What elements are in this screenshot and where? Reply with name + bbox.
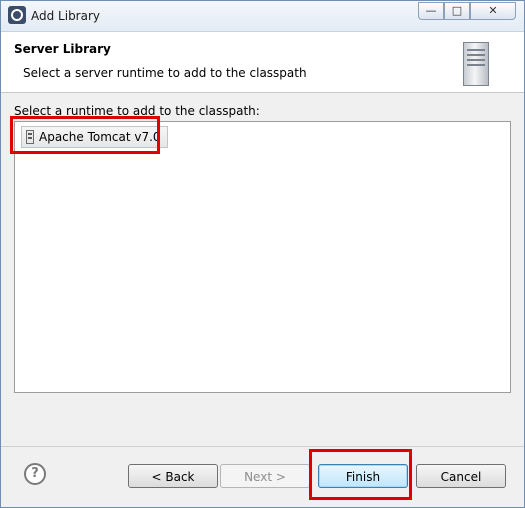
add-library-dialog: Add Library — □ ✕ Server Library Select … — [0, 0, 525, 508]
runtime-list[interactable]: Apache Tomcat v7.0 — [14, 121, 511, 393]
minimize-button[interactable]: — — [418, 2, 444, 20]
window-title: Add Library — [31, 9, 101, 23]
page-description: Select a server runtime to add to the cl… — [23, 66, 307, 80]
next-button[interactable]: Next > — [220, 464, 310, 488]
maximize-button[interactable]: □ — [444, 2, 470, 20]
server-icon — [463, 42, 489, 86]
highlight-box-finish — [309, 449, 412, 500]
footer-divider — [1, 446, 524, 447]
eclipse-app-icon — [8, 6, 26, 24]
page-title: Server Library — [14, 42, 111, 56]
wizard-header: Server Library Select a server runtime t… — [1, 32, 524, 93]
back-button[interactable]: < Back — [128, 464, 218, 488]
help-icon[interactable]: ? — [24, 463, 46, 485]
title-bar[interactable]: Add Library — □ ✕ — [1, 1, 524, 32]
highlight-box-runtime — [10, 116, 160, 154]
cancel-button[interactable]: Cancel — [416, 464, 506, 488]
close-button[interactable]: ✕ — [470, 2, 516, 20]
